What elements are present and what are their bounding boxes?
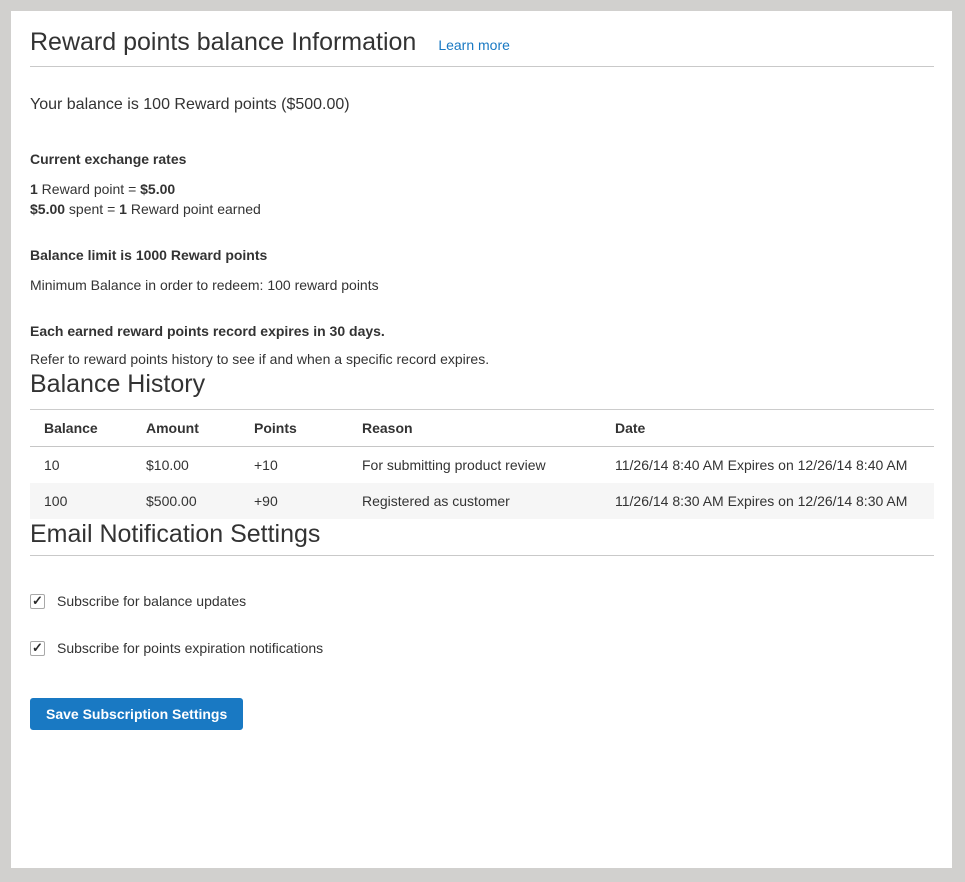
reward-points-card: Reward points balance Information Learn … [11,11,952,868]
column-header-reason: Reason [352,410,605,447]
points-expiration-checkbox[interactable] [30,641,45,656]
column-header-amount: Amount [136,410,244,447]
expiration-hint: Refer to reward points history to see if… [30,349,934,369]
cell-points: +10 [244,447,352,484]
cell-date: 11/26/14 8:40 AM Expires on 12/26/14 8:4… [605,447,934,484]
exchange-rate-earn: 1 Reward point = $5.00 [30,179,934,199]
cell-amount: $10.00 [136,447,244,484]
exchange-rates-heading: Current exchange rates [30,149,934,169]
table-row: 100 $500.00 +90 Registered as customer 1… [30,483,934,519]
cell-balance: 10 [30,447,136,484]
cell-date: 11/26/14 8:30 AM Expires on 12/26/14 8:3… [605,483,934,519]
rate-earn-middle: Reward point = [38,181,140,197]
email-notification-heading: Email Notification Settings [30,519,934,556]
column-header-date: Date [605,410,934,447]
cell-reason: For submitting product review [352,447,605,484]
rate-spend-suffix: Reward point earned [127,201,261,217]
rate-earn-points: 1 [30,181,38,197]
balance-updates-option: Subscribe for balance updates [30,592,934,610]
exchange-rates: 1 Reward point = $5.00 $5.00 spent = 1 R… [30,179,934,219]
expiration-notice: Each earned reward points record expires… [30,321,934,341]
rate-spend-amount: $5.00 [30,201,65,217]
rate-earn-amount: $5.00 [140,181,175,197]
points-expiration-option: Subscribe for points expiration notifica… [30,639,934,657]
learn-more-link[interactable]: Learn more [438,37,510,53]
cell-amount: $500.00 [136,483,244,519]
cell-reason: Registered as customer [352,483,605,519]
rate-spend-points: 1 [119,201,127,217]
save-subscription-settings-button[interactable]: Save Subscription Settings [30,698,243,730]
balance-updates-label[interactable]: Subscribe for balance updates [57,592,246,610]
balance-history-table: Balance Amount Points Reason Date 10 $10… [30,409,934,519]
page-title: Reward points balance Information [30,27,416,57]
minimum-balance-text: Minimum Balance in order to redeem: 100 … [30,275,934,295]
balance-updates-checkbox[interactable] [30,594,45,609]
column-header-points: Points [244,410,352,447]
rate-spend-middle: spent = [65,201,119,217]
balance-history-heading: Balance History [30,369,934,399]
balance-limit-text: Balance limit is 1000 Reward points [30,245,934,265]
table-row: 10 $10.00 +10 For submitting product rev… [30,447,934,484]
page-background: Reward points balance Information Learn … [0,0,965,882]
balance-summary: Your balance is 100 Reward points ($500.… [30,94,934,116]
table-header-row: Balance Amount Points Reason Date [30,410,934,447]
page-header: Reward points balance Information Learn … [30,27,934,67]
cell-balance: 100 [30,483,136,519]
exchange-rate-spend: $5.00 spent = 1 Reward point earned [30,199,934,219]
column-header-balance: Balance [30,410,136,447]
cell-points: +90 [244,483,352,519]
points-expiration-label[interactable]: Subscribe for points expiration notifica… [57,639,323,657]
